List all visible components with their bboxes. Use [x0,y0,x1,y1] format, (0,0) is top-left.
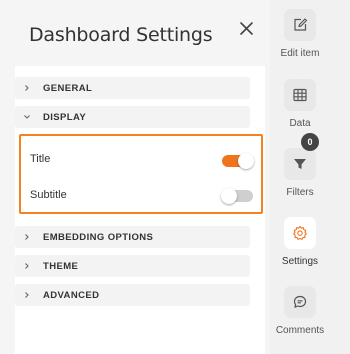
section-display-label: DISPLAY [43,111,87,123]
table-icon [284,79,316,111]
section-theme[interactable]: THEME [15,255,250,277]
subtitle-option-label: Subtitle [30,189,67,201]
section-advanced-label: ADVANCED [43,289,100,301]
close-icon [240,22,253,35]
section-embedding-label: EMBEDDING OPTIONS [43,231,154,243]
chevron-right-icon [15,262,35,270]
chevron-right-icon [15,291,35,299]
comment-icon [284,286,316,318]
rail-filters-label: Filters [286,187,314,198]
section-display[interactable]: DISPLAY [15,106,250,128]
settings-panel: Dashboard Settings GENERAL DISPLAY Title… [0,0,270,354]
rail-settings-label: Settings [281,256,319,267]
rail-comments[interactable]: Comments [270,286,330,346]
toggle-knob [221,188,237,204]
edit-icon [284,9,316,41]
toggle-knob [238,153,254,169]
rail-data-label: Data [289,118,311,129]
rail-data[interactable]: Data [270,79,330,139]
filter-icon: 0 [284,133,319,180]
rail-edit-item-label: Edit item [280,48,320,59]
filters-count-badge: 0 [301,133,319,151]
title-toggle[interactable] [222,153,254,169]
title-option-label: Title [30,153,51,165]
section-advanced[interactable]: ADVANCED [15,284,250,306]
gear-icon [284,217,316,249]
section-theme-label: THEME [43,260,79,272]
section-general-label: GENERAL [43,82,93,94]
chevron-down-icon [15,113,35,121]
subtitle-toggle[interactable] [221,188,253,204]
section-general[interactable]: GENERAL [15,77,250,99]
chevron-right-icon [15,84,35,92]
section-embedding-options[interactable]: EMBEDDING OPTIONS [15,226,250,248]
rail-edit-item[interactable]: Edit item [270,9,330,69]
panel-title: Dashboard Settings [29,24,213,46]
rail-comments-label: Comments [275,325,325,336]
close-button[interactable] [236,18,258,40]
side-rail: Edit item Data 0 Filters Settings Commen… [270,0,350,354]
rail-settings[interactable]: Settings [270,217,330,277]
rail-filters[interactable]: 0 Filters [270,133,330,208]
chevron-right-icon [15,233,35,241]
